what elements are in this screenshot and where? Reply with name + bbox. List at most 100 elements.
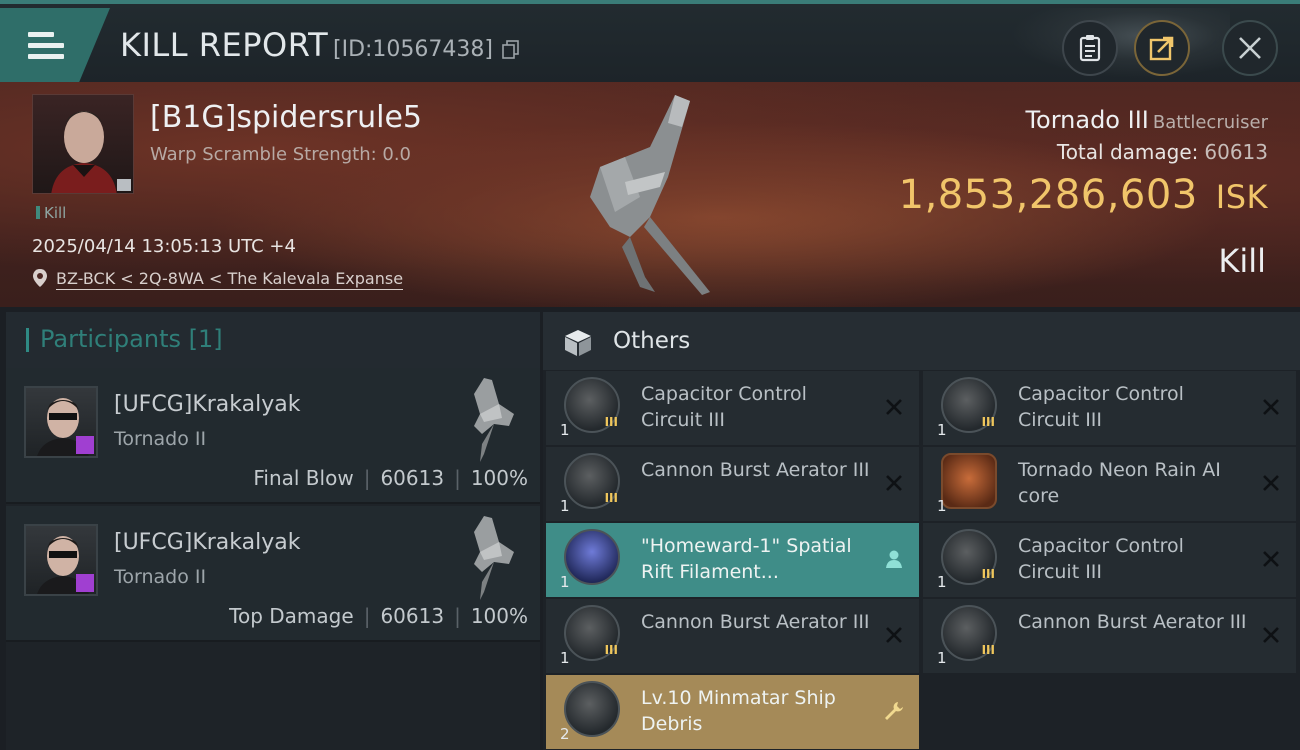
result-label: Kill [1218, 242, 1266, 280]
item-name: Tornado Neon Rain AI core [1018, 459, 1221, 507]
participants-title: Participants [1] [40, 325, 223, 353]
kill-marker-icon [36, 206, 40, 219]
close-icon[interactable] [1260, 396, 1282, 418]
item-card[interactable]: III 1 Capacitor Control Circuit III [923, 371, 1296, 445]
header-decoration [1010, 8, 1230, 78]
close-icon[interactable] [883, 472, 905, 494]
close-icon[interactable] [1260, 472, 1282, 494]
corp-icon [76, 574, 94, 592]
person-icon[interactable] [883, 548, 905, 570]
separator: | [454, 466, 461, 490]
participant-ship: Tornado II [114, 566, 207, 588]
item-name: Capacitor Control Circuit III [1018, 383, 1184, 431]
capacitor-circuit-icon: III [564, 377, 620, 433]
item-card[interactable]: III 1 Capacitor Control Circuit III [546, 371, 919, 445]
filament-icon [564, 529, 620, 585]
close-icon[interactable] [1260, 624, 1282, 646]
copy-icon[interactable] [502, 40, 520, 60]
item-quantity: 2 [560, 725, 570, 743]
menu-button[interactable] [0, 8, 110, 82]
scramble-strength: Warp Scramble Strength: 0.0 [150, 144, 412, 165]
item-name: Cannon Burst Aerator III [641, 459, 870, 481]
participant-avatar [24, 386, 98, 458]
participant-percent: 100% [470, 466, 528, 490]
location-pin-icon [33, 269, 47, 287]
separator: | [454, 604, 461, 628]
close-icon[interactable] [883, 396, 905, 418]
item-card[interactable]: III 1 Cannon Burst Aerator III [546, 599, 919, 673]
tech-level: III [604, 643, 618, 657]
header-bar: KILL REPORT [ID:10567438] [0, 0, 1300, 82]
item-quantity: 1 [937, 497, 947, 515]
clipboard-button[interactable] [1062, 20, 1118, 76]
ship-class: Battlecruiser [1152, 112, 1268, 133]
close-icon[interactable] [883, 624, 905, 646]
participants-panel: Participants [1] [UFCG]Krakalyak Tornado… [6, 312, 540, 750]
participant-percent: 100% [470, 604, 528, 628]
victim-banner: [B1G]spidersrule5 Warp Scramble Strength… [0, 82, 1300, 307]
victim-ship-image [590, 95, 710, 295]
share-icon [1149, 36, 1174, 61]
participant-ship-image [474, 516, 514, 600]
item-card[interactable]: III 1 Cannon Burst Aerator III [546, 447, 919, 521]
cannon-aerator-icon: III [564, 453, 620, 509]
tech-level: III [981, 415, 995, 429]
corp-icon [76, 436, 94, 454]
item-card-selected[interactable]: 1 "Homeward-1" Spatial Rift Filament... [546, 523, 919, 597]
item-quantity: 1 [937, 573, 947, 591]
victim-name[interactable]: [B1G]spidersrule5 [150, 100, 422, 135]
clipboard-icon [1079, 35, 1101, 62]
tech-level: III [981, 567, 995, 581]
participant-name[interactable]: [UFCG]Krakalyak [114, 530, 300, 555]
item-quantity: 1 [560, 649, 570, 667]
others-header: Others [543, 312, 1300, 370]
item-quantity: 1 [560, 573, 570, 591]
others-title: Others [613, 328, 691, 354]
capacitor-circuit-icon: III [941, 377, 997, 433]
avatar-badge-icon [117, 179, 131, 191]
item-name: Capacitor Control Circuit III [1018, 535, 1184, 583]
participant-ship: Tornado II [114, 428, 207, 450]
share-button[interactable] [1134, 20, 1190, 76]
close-icon [1239, 37, 1261, 59]
participant-avatar [24, 524, 98, 596]
item-name: Capacitor Control Circuit III [641, 383, 807, 431]
victim-avatar[interactable] [32, 94, 134, 194]
close-button[interactable] [1222, 20, 1278, 76]
participant-row[interactable]: [UFCG]Krakalyak Tornado II Final Blow | … [6, 368, 540, 504]
others-panel: Others III 1 Capacitor Control Circuit I… [543, 312, 1300, 750]
participant-role: Final Blow [253, 466, 354, 490]
item-name: Cannon Burst Aerator III [1018, 611, 1247, 633]
participant-role: Top Damage [229, 604, 354, 628]
participant-ship-image [474, 378, 514, 462]
kill-datetime: 2025/04/14 13:05:13 UTC +4 [32, 236, 296, 257]
total-damage: Total damage: 60613 [1056, 140, 1268, 164]
separator: | [363, 466, 371, 490]
item-card[interactable]: 1 Tornado Neon Rain AI core [923, 447, 1296, 521]
cannon-aerator-icon: III [941, 605, 997, 661]
wrench-icon[interactable] [883, 700, 905, 722]
victim-ship[interactable]: Tornado III Battlecruiser [1025, 106, 1268, 134]
participant-name[interactable]: [UFCG]Krakalyak [114, 392, 300, 417]
hamburger-icon [28, 32, 64, 65]
item-card[interactable]: III 1 Capacitor Control Circuit III [923, 523, 1296, 597]
location-link[interactable]: BZ-BCK < 2Q-8WA < The Kalevala Expanse [56, 269, 404, 290]
close-icon[interactable] [1260, 548, 1282, 570]
separator: | [363, 604, 371, 628]
cannon-aerator-icon: III [564, 605, 620, 661]
item-quantity: 1 [560, 497, 570, 515]
header-accent [26, 328, 29, 352]
isk-value: 1,853,286,603 ISK [898, 172, 1268, 218]
item-card-salvage[interactable]: 2 Lv.10 Minmatar Ship Debris [546, 675, 919, 749]
item-quantity: 1 [937, 649, 947, 667]
item-quantity: 1 [560, 421, 570, 439]
participant-row[interactable]: [UFCG]Krakalyak Tornado II Top Damage | … [6, 506, 540, 642]
item-card[interactable]: III 1 Cannon Burst Aerator III [923, 599, 1296, 673]
participant-stats: Top Damage | 60613 | 100% [229, 604, 528, 628]
participant-stats: Final Blow | 60613 | 100% [253, 466, 528, 490]
participant-damage: 60613 [380, 466, 445, 490]
item-quantity: 1 [937, 421, 947, 439]
participants-header: Participants [1] [6, 312, 540, 368]
cube-icon [565, 330, 591, 356]
participant-damage: 60613 [380, 604, 445, 628]
